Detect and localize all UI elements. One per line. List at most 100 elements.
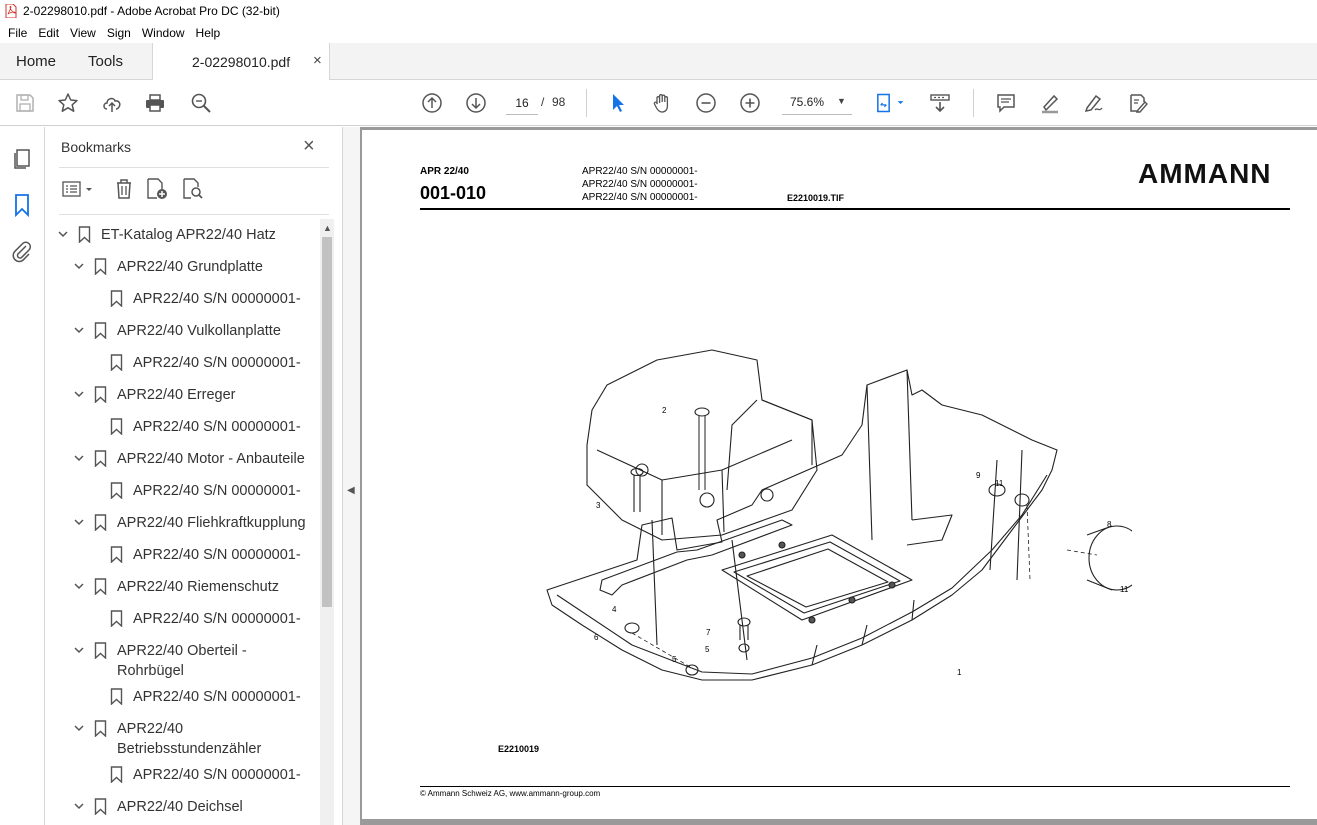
toolbar-divider [973,89,974,117]
bookmark-item[interactable]: APR22/40 S/N 00000001- [45,481,320,503]
part-number-label: 2 [662,406,667,415]
page-thumbnails-icon[interactable] [10,147,34,171]
bookmark-item[interactable]: APR22/40 Riemenschutz [45,577,320,599]
menu-file[interactable]: File [8,26,27,40]
bookmark-panel-icon[interactable] [10,193,34,217]
tab-home[interactable]: Home [16,53,56,70]
page-total: 98 [552,95,566,109]
bookmark-icon [94,450,107,467]
highlight-pen-icon[interactable] [1038,91,1062,115]
select-cursor-icon[interactable] [606,91,630,115]
page-number-input[interactable] [506,91,538,115]
bookmark-label: APR22/40 Oberteil - [117,643,247,659]
chevron-down-icon: ▼ [837,96,846,106]
chevron-down-icon[interactable] [73,516,85,528]
sign-pen-icon[interactable] [1082,91,1106,115]
bookmark-item[interactable]: APR22/40 S/N 00000001- [45,545,320,567]
pdf-file-icon [5,4,17,18]
bookmark-item[interactable]: APR22/40 Fliehkraftkupplung [45,513,320,535]
bookmark-icon [94,798,107,815]
chevron-down-icon[interactable] [73,324,85,336]
cloud-upload-icon[interactable] [100,91,124,115]
bookmark-item[interactable]: APR22/40 Erreger [45,385,320,407]
doc-model: APR 22/40 [420,166,469,177]
delete-bookmark-icon[interactable] [112,177,136,201]
bookmark-label: APR22/40 S/N 00000001- [133,291,301,307]
bookmark-item[interactable]: APR22/40 S/N 00000001- [45,687,320,709]
bookmark-item[interactable]: APR22/40 Grundplatte [45,257,320,279]
bookmark-item[interactable]: APR22/40 S/N 00000001- [45,417,320,439]
bookmark-search-icon[interactable] [181,177,205,201]
bookmark-item[interactable]: APR22/40 Deichsel [45,797,320,819]
tab-tools[interactable]: Tools [88,53,123,70]
bookmark-label: APR22/40 S/N 00000001- [133,419,301,435]
search-zoom-icon[interactable] [189,91,213,115]
save-icon[interactable] [13,91,37,115]
bookmark-options-icon[interactable] [61,177,97,201]
comment-icon[interactable] [994,91,1018,115]
chevron-down-icon[interactable] [73,644,85,656]
scrollbar-thumb[interactable] [322,237,332,607]
tab-close-button[interactable]: × [313,52,322,69]
bookmarks-scrollbar[interactable]: ▲ [320,219,334,825]
bookmark-item[interactable]: APR22/40 Motor - Anbauteile [45,449,320,471]
ammann-logo: AMMANN [1138,158,1272,189]
bookmark-label: APR22/40 [117,721,184,737]
chevron-down-icon[interactable] [73,580,85,592]
panel-divider [59,167,329,168]
chevron-down-icon[interactable] [57,228,69,240]
bookmark-item[interactable]: APR22/40 Oberteil - Rohrbügel [45,641,320,683]
next-page-icon[interactable] [464,91,488,115]
menu-help[interactable]: Help [196,26,221,40]
chevron-down-icon[interactable] [73,800,85,812]
main-toolbar: / 98 75.6% ▼ [0,80,1317,126]
zoom-level-dropdown[interactable]: 75.6% ▼ [782,91,852,115]
bookmark-icon [94,514,107,531]
chevron-down-icon[interactable] [73,452,85,464]
attachments-paperclip-icon[interactable] [10,239,34,263]
document-viewport[interactable]: APR 22/40 001-010 APR22/40 S/N 00000001-… [360,127,1317,825]
bookmark-item[interactable]: APR22/40 S/N 00000001- [45,609,320,631]
menu-sign[interactable]: Sign [107,26,131,40]
previous-page-icon[interactable] [420,91,444,115]
bookmark-icon [110,610,123,627]
menu-window[interactable]: Window [142,26,185,40]
bookmarks-panel-title: Bookmarks [61,139,132,155]
page-fit-icon[interactable] [874,91,910,115]
bookmark-icon [94,720,107,737]
bookmark-item[interactable]: APR22/40 S/N 00000001- [45,289,320,311]
chevron-down-icon[interactable] [73,722,85,734]
zoom-out-icon[interactable] [694,91,718,115]
bookmark-label: APR22/40 Vulkollanplatte [117,323,281,339]
zoom-in-icon[interactable] [738,91,762,115]
bookmark-item[interactable]: APR22/40 Vulkollanplatte [45,321,320,343]
new-bookmark-icon[interactable] [145,177,169,201]
copyright-text: © Ammann Schweiz AG, www.ammann-group.co… [420,789,601,798]
chevron-down-icon[interactable] [73,388,85,400]
hand-tool-icon[interactable] [650,91,674,115]
print-icon[interactable] [143,91,167,115]
star-icon[interactable] [56,91,80,115]
fill-sign-icon[interactable] [1126,91,1150,115]
bookmark-icon [110,546,123,563]
tab-document[interactable]: 2-02298010.pdf × [152,43,330,80]
part-number-label: 11 [1120,585,1129,594]
scroll-mode-icon[interactable] [928,91,952,115]
chevron-down-icon[interactable] [73,260,85,272]
bookmark-item[interactable]: APR22/40 S/N 00000001- [45,765,320,787]
chevron-left-icon[interactable]: ◀ [347,485,355,496]
bookmark-item[interactable]: APR22/40 Betriebsstundenzähler [45,719,320,761]
menu-edit[interactable]: Edit [38,26,59,40]
bookmark-label: APR22/40 Fliehkraftkupplung [117,515,306,531]
scroll-up-icon[interactable]: ▲ [323,223,332,233]
bookmark-item[interactable]: APR22/40 S/N 00000001- [45,353,320,375]
bookmark-icon [110,354,123,371]
part-number-label: 5 [705,645,710,654]
menu-view[interactable]: View [70,26,96,40]
panel-collapse-handle[interactable]: ◀ [343,127,360,825]
bookmark-icon [110,482,123,499]
bookmarks-close-button[interactable]: × [303,135,315,158]
bookmark-item[interactable]: ET-Katalog APR22/40 Hatz [45,225,320,247]
part-number-label: 4 [612,605,617,614]
bookmark-label: APR22/40 Grundplatte [117,259,263,275]
